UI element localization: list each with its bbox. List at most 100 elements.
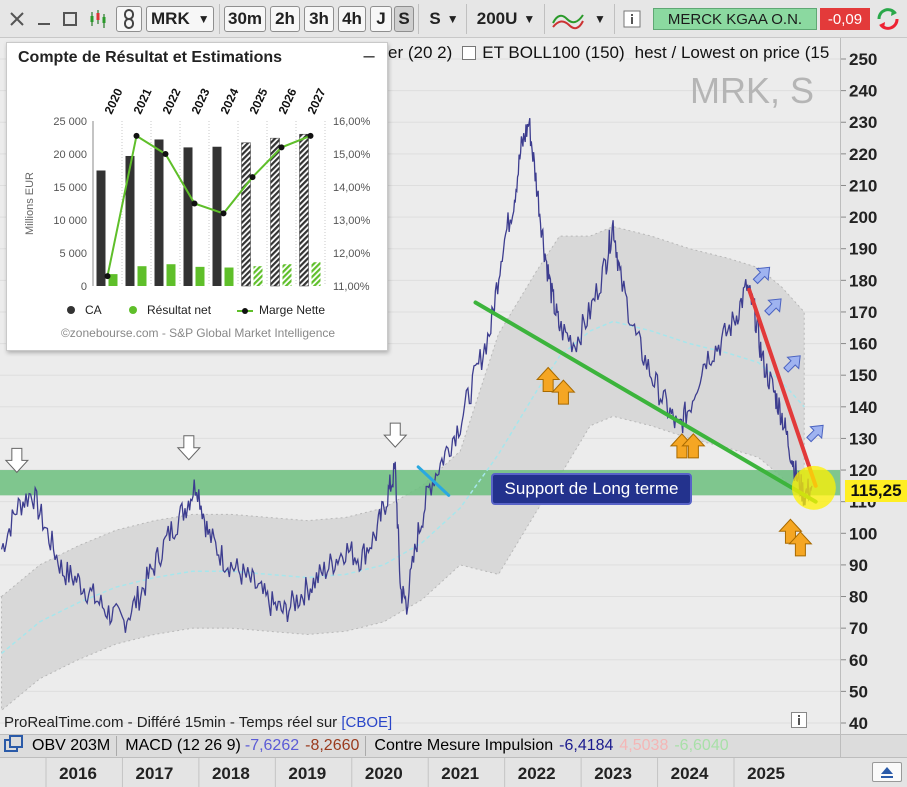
candlestick-icon[interactable] xyxy=(86,6,112,32)
price-change: -0,09 xyxy=(820,8,870,30)
indicator-bar-axis xyxy=(840,734,907,758)
y-tick-label: 90 xyxy=(849,556,868,575)
y-tick-label: 230 xyxy=(849,113,877,132)
category-label: 2022 xyxy=(160,86,184,116)
legend-swatch-rn xyxy=(129,306,137,314)
financials-chart-svg: 0 5 000 10 000 15 000 20 000 25 000 11,00% 12,0… xyxy=(24,86,371,293)
last-price-tag: 115,25 xyxy=(845,480,907,502)
link-icon[interactable] xyxy=(116,6,142,32)
timeframe-week[interactable]: S xyxy=(394,6,414,32)
prorealtime-window: MRK ▼ 30m 2h 3h 4h J S S ▼ 200U ▼ ▼ MERC… xyxy=(0,0,907,787)
ca-bar xyxy=(96,170,106,286)
left-tick-label: 10 000 xyxy=(53,215,87,227)
legend-swatch-ca xyxy=(67,306,75,314)
resultat-net-bar xyxy=(311,262,321,286)
resultat-net-bar xyxy=(195,266,205,286)
cm-label[interactable]: Contre Mesure Impulsion xyxy=(374,737,553,755)
cm-value-3: -6,6040 xyxy=(674,737,729,754)
left-tick-label: 0 xyxy=(81,281,87,293)
x-tick-label: 2025 xyxy=(747,764,785,783)
left-tick-label: 20 000 xyxy=(53,149,87,161)
close-icon[interactable] xyxy=(6,6,28,32)
credit-link[interactable]: [CBOE] xyxy=(341,714,392,731)
timeframe-day[interactable]: J xyxy=(370,6,392,32)
x-tick-label: 2019 xyxy=(288,764,326,783)
legend-highest: hest / Lowest on price (15 xyxy=(634,43,830,62)
left-tick-label: 25 000 xyxy=(53,116,87,128)
right-tick-label: 15,00% xyxy=(333,149,371,161)
legend-swatch-mn xyxy=(237,307,253,315)
y-tick-label: 70 xyxy=(849,619,868,638)
timeframe-3h[interactable]: 3h xyxy=(304,6,334,32)
macd-label[interactable]: MACD (12 26 9) xyxy=(125,737,241,755)
bars-select[interactable]: 200U ▼ xyxy=(470,6,542,32)
resultat-net-bar xyxy=(282,264,292,286)
x-tick-label: 2017 xyxy=(136,764,174,783)
bars-value: 200U xyxy=(476,9,518,28)
y-tick-label: 140 xyxy=(849,398,877,417)
ca-bar xyxy=(125,155,135,286)
info-icon[interactable] xyxy=(620,6,644,32)
y-tick-label: 60 xyxy=(849,651,868,670)
legend-fragment: er (20 2) xyxy=(388,43,453,62)
right-tick-label: 14,00% xyxy=(333,182,371,194)
ca-bar xyxy=(183,147,193,286)
right-tick-label: 13,00% xyxy=(333,215,371,227)
support-label: Support de Long terme xyxy=(491,473,692,505)
down-arrow-icon xyxy=(4,447,29,474)
refresh-icon[interactable] xyxy=(872,6,904,32)
y-tick-label: 170 xyxy=(849,303,877,322)
minimize-icon[interactable] xyxy=(33,6,55,32)
marge-nette-point xyxy=(249,174,256,181)
x-tick-label: 2016 xyxy=(59,764,97,783)
resultat-net-bar xyxy=(253,266,263,286)
y-tick-label: 250 xyxy=(849,50,877,69)
arrow-shape xyxy=(806,424,824,443)
down-arrow-icon xyxy=(176,435,201,461)
indicator-bar: OBV 203M MACD (12 26 9) -7,6262 -8,2660 … xyxy=(0,734,840,758)
x-tick-label: 2021 xyxy=(441,764,479,783)
period-select[interactable]: S ▼ xyxy=(424,6,464,32)
marge-nette-point xyxy=(220,210,227,217)
ca-bar xyxy=(241,142,251,287)
period-value: S xyxy=(429,9,441,28)
chevron-down-icon[interactable]: ▼ xyxy=(590,6,610,32)
resultat-net-bar xyxy=(224,267,234,286)
chevron-down-icon: ▼ xyxy=(523,12,536,26)
maximize-icon[interactable] xyxy=(59,6,81,32)
ticker-value: MRK xyxy=(151,9,190,28)
cm-value-2: 4,5038 xyxy=(619,737,669,754)
x-tick-label: 2023 xyxy=(594,764,632,783)
time-axis[interactable]: 2016 2017 2018 2019 2020 2021 2022 2023 2024 2025 xyxy=(0,758,907,787)
indicators-icon[interactable] xyxy=(548,6,588,32)
legend-checkbox[interactable] xyxy=(462,46,477,60)
marge-nette-point xyxy=(307,132,314,139)
obv-label[interactable]: OBV 203M xyxy=(32,737,110,755)
panels-icon[interactable] xyxy=(4,734,24,758)
widget-footer: ©zonebourse.com - S&P Global Market Inte… xyxy=(60,326,336,340)
info-icon[interactable] xyxy=(791,712,807,733)
marge-nette-point xyxy=(191,200,198,207)
timeframe-2h[interactable]: 2h xyxy=(270,6,300,32)
ticker-select[interactable]: MRK ▼ xyxy=(146,6,214,32)
y-tick-label: 100 xyxy=(849,524,877,543)
price-axis[interactable]: 40 50 60 70 80 90 100 110 120 130 140 150 160 170 180 1… xyxy=(840,38,907,734)
ca-bar xyxy=(212,146,222,286)
macd-value-1: -7,6262 xyxy=(244,737,300,754)
legend-ca: CA xyxy=(67,303,102,317)
y-tick-label: 50 xyxy=(849,682,868,701)
marge-nette-point xyxy=(104,273,111,280)
legend-rn: Résultat net xyxy=(129,303,211,317)
macd-value-2: -8,2660 xyxy=(305,737,360,754)
toolbar: MRK ▼ 30m 2h 3h 4h J S S ▼ 200U ▼ ▼ MERC… xyxy=(0,0,907,38)
timeframe-4h[interactable]: 4h xyxy=(338,6,366,32)
timeframe-30m[interactable]: 30m xyxy=(224,6,266,32)
y-tick-label: 130 xyxy=(849,429,877,448)
scroll-to-top-icon[interactable] xyxy=(872,762,902,782)
legend-mn-label: Marge Nette xyxy=(259,303,326,317)
x-tick-label: 2020 xyxy=(365,764,403,783)
legend-mn: Marge Nette xyxy=(237,303,325,317)
marge-nette-point xyxy=(278,144,285,151)
ca-bar xyxy=(154,139,164,286)
category-label: 2025 xyxy=(247,86,271,116)
